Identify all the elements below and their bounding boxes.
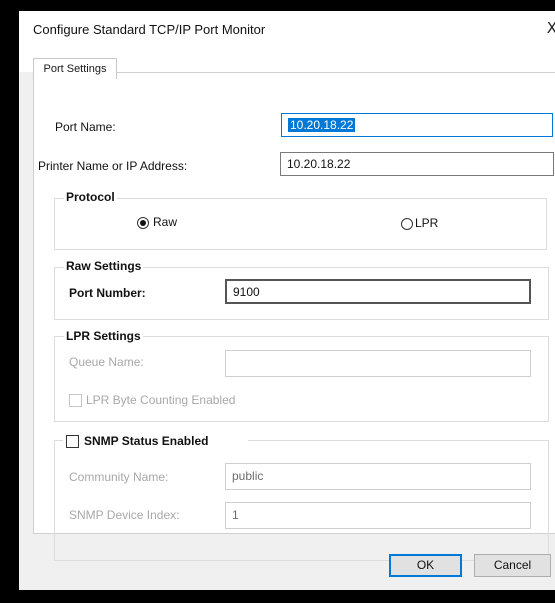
screen-border-left [0, 0, 19, 603]
queue-name-field[interactable] [225, 350, 531, 377]
printer-address-label: Printer Name or IP Address: [38, 159, 188, 173]
snmp-status-checkbox[interactable] [66, 435, 79, 448]
raw-radio-label[interactable]: Raw [153, 215, 177, 229]
queue-name-label: Queue Name: [69, 355, 144, 369]
lpr-radio-label[interactable]: LPR [415, 216, 438, 230]
device-index-label: SNMP Device Index: [69, 508, 180, 522]
port-number-field[interactable]: 9100 [225, 279, 531, 304]
protocol-group-title: Protocol [64, 190, 117, 204]
port-name-field[interactable]: 10.20.18.22 [281, 113, 553, 137]
port-name-label: Port Name: [55, 120, 116, 134]
title-bar: Configure Standard TCP/IP Port Monitor X [19, 11, 555, 49]
snmp-status-label[interactable]: SNMP Status Enabled [84, 434, 208, 448]
screen-border-bottom [0, 590, 555, 603]
raw-radio-dot [140, 220, 146, 226]
port-settings-panel: Port Name: 10.20.18.22 Printer Name or I… [33, 72, 555, 561]
port-name-value: 10.20.18.22 [288, 118, 356, 132]
community-name-field[interactable]: public [225, 463, 531, 490]
printer-address-field[interactable]: 10.20.18.22 [280, 152, 554, 176]
window-title: Configure Standard TCP/IP Port Monitor [33, 22, 266, 37]
community-name-label: Community Name: [69, 470, 169, 484]
lpr-byte-counting-label: LPR Byte Counting Enabled [86, 393, 236, 407]
snmp-group [54, 440, 549, 561]
port-number-label: Port Number: [69, 286, 146, 300]
raw-radio[interactable] [137, 217, 149, 229]
ok-button[interactable]: OK [389, 554, 462, 577]
lpr-settings-group [54, 336, 549, 422]
cancel-button[interactable]: Cancel [474, 554, 551, 577]
tab-port-settings[interactable]: Port Settings [33, 58, 117, 79]
port-monitor-dialog: Configure Standard TCP/IP Port Monitor X… [19, 11, 555, 590]
device-index-field[interactable]: 1 [225, 502, 531, 529]
tab-strip: Port Settings [19, 49, 555, 79]
raw-settings-title: Raw Settings [64, 259, 144, 273]
close-icon[interactable]: X [547, 19, 555, 37]
lpr-settings-title: LPR Settings [64, 329, 143, 343]
protocol-group [54, 198, 547, 250]
lpr-radio[interactable] [401, 218, 413, 230]
screen-border-top [0, 0, 555, 11]
lpr-byte-counting-checkbox[interactable] [69, 394, 82, 407]
